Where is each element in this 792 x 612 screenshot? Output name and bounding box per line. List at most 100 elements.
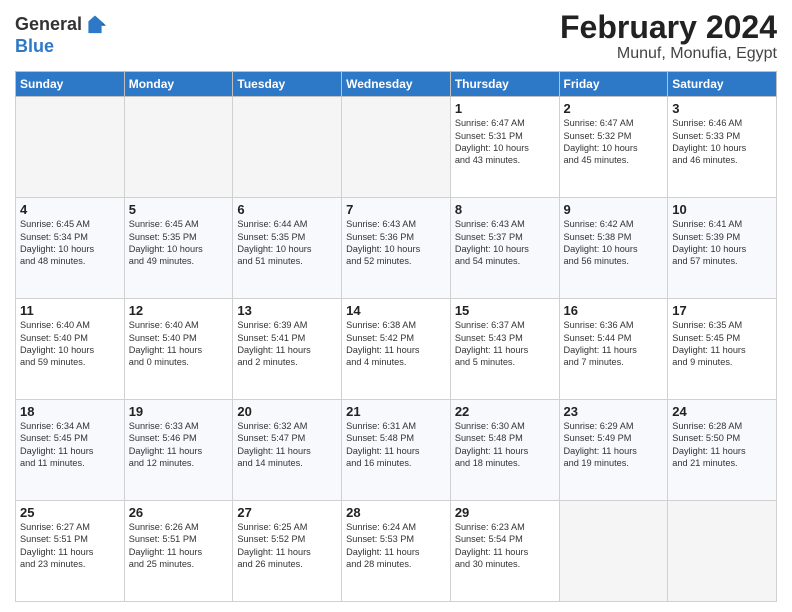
day-number: 26 <box>129 505 229 520</box>
calendar-week-row: 4Sunrise: 6:45 AM Sunset: 5:34 PM Daylig… <box>16 198 777 299</box>
day-number: 5 <box>129 202 229 217</box>
calendar-cell: 20Sunrise: 6:32 AM Sunset: 5:47 PM Dayli… <box>233 400 342 501</box>
cell-content: Sunrise: 6:27 AM Sunset: 5:51 PM Dayligh… <box>20 521 120 571</box>
cell-content: Sunrise: 6:34 AM Sunset: 5:45 PM Dayligh… <box>20 420 120 470</box>
cell-content: Sunrise: 6:39 AM Sunset: 5:41 PM Dayligh… <box>237 319 337 369</box>
calendar-cell: 22Sunrise: 6:30 AM Sunset: 5:48 PM Dayli… <box>450 400 559 501</box>
cell-content: Sunrise: 6:40 AM Sunset: 5:40 PM Dayligh… <box>20 319 120 369</box>
day-number: 12 <box>129 303 229 318</box>
cell-content: Sunrise: 6:45 AM Sunset: 5:34 PM Dayligh… <box>20 218 120 268</box>
calendar-cell: 11Sunrise: 6:40 AM Sunset: 5:40 PM Dayli… <box>16 299 125 400</box>
day-number: 10 <box>672 202 772 217</box>
calendar-header-friday: Friday <box>559 72 668 97</box>
calendar-cell: 23Sunrise: 6:29 AM Sunset: 5:49 PM Dayli… <box>559 400 668 501</box>
day-number: 20 <box>237 404 337 419</box>
day-number: 25 <box>20 505 120 520</box>
cell-content: Sunrise: 6:40 AM Sunset: 5:40 PM Dayligh… <box>129 319 229 369</box>
logo: General Blue <box>15 14 106 57</box>
day-number: 27 <box>237 505 337 520</box>
cell-content: Sunrise: 6:32 AM Sunset: 5:47 PM Dayligh… <box>237 420 337 470</box>
calendar-week-row: 1Sunrise: 6:47 AM Sunset: 5:31 PM Daylig… <box>16 97 777 198</box>
calendar-cell <box>124 97 233 198</box>
calendar-cell <box>233 97 342 198</box>
day-number: 4 <box>20 202 120 217</box>
day-number: 23 <box>564 404 664 419</box>
calendar-cell: 8Sunrise: 6:43 AM Sunset: 5:37 PM Daylig… <box>450 198 559 299</box>
calendar-cell: 27Sunrise: 6:25 AM Sunset: 5:52 PM Dayli… <box>233 501 342 602</box>
cell-content: Sunrise: 6:31 AM Sunset: 5:48 PM Dayligh… <box>346 420 446 470</box>
calendar-cell: 1Sunrise: 6:47 AM Sunset: 5:31 PM Daylig… <box>450 97 559 198</box>
calendar-cell: 21Sunrise: 6:31 AM Sunset: 5:48 PM Dayli… <box>342 400 451 501</box>
calendar-cell <box>559 501 668 602</box>
cell-content: Sunrise: 6:26 AM Sunset: 5:51 PM Dayligh… <box>129 521 229 571</box>
cell-content: Sunrise: 6:47 AM Sunset: 5:31 PM Dayligh… <box>455 117 555 167</box>
calendar-header-saturday: Saturday <box>668 72 777 97</box>
calendar-cell: 19Sunrise: 6:33 AM Sunset: 5:46 PM Dayli… <box>124 400 233 501</box>
logo-blue: Blue <box>15 36 106 57</box>
calendar-cell: 10Sunrise: 6:41 AM Sunset: 5:39 PM Dayli… <box>668 198 777 299</box>
calendar-cell: 14Sunrise: 6:38 AM Sunset: 5:42 PM Dayli… <box>342 299 451 400</box>
day-number: 21 <box>346 404 446 419</box>
day-number: 13 <box>237 303 337 318</box>
day-number: 11 <box>20 303 120 318</box>
page-title: February 2024 <box>560 10 777 45</box>
calendar-cell: 16Sunrise: 6:36 AM Sunset: 5:44 PM Dayli… <box>559 299 668 400</box>
calendar-cell: 25Sunrise: 6:27 AM Sunset: 5:51 PM Dayli… <box>16 501 125 602</box>
calendar-cell: 5Sunrise: 6:45 AM Sunset: 5:35 PM Daylig… <box>124 198 233 299</box>
cell-content: Sunrise: 6:38 AM Sunset: 5:42 PM Dayligh… <box>346 319 446 369</box>
day-number: 16 <box>564 303 664 318</box>
page: General Blue February 2024 Munuf, Monufi… <box>0 0 792 612</box>
calendar-cell: 17Sunrise: 6:35 AM Sunset: 5:45 PM Dayli… <box>668 299 777 400</box>
day-number: 14 <box>346 303 446 318</box>
cell-content: Sunrise: 6:36 AM Sunset: 5:44 PM Dayligh… <box>564 319 664 369</box>
cell-content: Sunrise: 6:46 AM Sunset: 5:33 PM Dayligh… <box>672 117 772 167</box>
title-block: February 2024 Munuf, Monufia, Egypt <box>560 10 777 63</box>
cell-content: Sunrise: 6:47 AM Sunset: 5:32 PM Dayligh… <box>564 117 664 167</box>
calendar-header-wednesday: Wednesday <box>342 72 451 97</box>
cell-content: Sunrise: 6:29 AM Sunset: 5:49 PM Dayligh… <box>564 420 664 470</box>
calendar-cell: 4Sunrise: 6:45 AM Sunset: 5:34 PM Daylig… <box>16 198 125 299</box>
cell-content: Sunrise: 6:37 AM Sunset: 5:43 PM Dayligh… <box>455 319 555 369</box>
calendar-cell: 2Sunrise: 6:47 AM Sunset: 5:32 PM Daylig… <box>559 97 668 198</box>
calendar-header-row: SundayMondayTuesdayWednesdayThursdayFrid… <box>16 72 777 97</box>
cell-content: Sunrise: 6:43 AM Sunset: 5:37 PM Dayligh… <box>455 218 555 268</box>
day-number: 9 <box>564 202 664 217</box>
calendar-week-row: 11Sunrise: 6:40 AM Sunset: 5:40 PM Dayli… <box>16 299 777 400</box>
cell-content: Sunrise: 6:30 AM Sunset: 5:48 PM Dayligh… <box>455 420 555 470</box>
day-number: 7 <box>346 202 446 217</box>
cell-content: Sunrise: 6:28 AM Sunset: 5:50 PM Dayligh… <box>672 420 772 470</box>
calendar-header-thursday: Thursday <box>450 72 559 97</box>
calendar-header-sunday: Sunday <box>16 72 125 97</box>
calendar-cell <box>16 97 125 198</box>
calendar-table: SundayMondayTuesdayWednesdayThursdayFrid… <box>15 71 777 602</box>
day-number: 18 <box>20 404 120 419</box>
calendar-cell: 15Sunrise: 6:37 AM Sunset: 5:43 PM Dayli… <box>450 299 559 400</box>
calendar-cell: 18Sunrise: 6:34 AM Sunset: 5:45 PM Dayli… <box>16 400 125 501</box>
calendar-header-tuesday: Tuesday <box>233 72 342 97</box>
calendar-cell: 28Sunrise: 6:24 AM Sunset: 5:53 PM Dayli… <box>342 501 451 602</box>
day-number: 3 <box>672 101 772 116</box>
calendar-cell: 9Sunrise: 6:42 AM Sunset: 5:38 PM Daylig… <box>559 198 668 299</box>
day-number: 15 <box>455 303 555 318</box>
cell-content: Sunrise: 6:25 AM Sunset: 5:52 PM Dayligh… <box>237 521 337 571</box>
calendar-week-row: 25Sunrise: 6:27 AM Sunset: 5:51 PM Dayli… <box>16 501 777 602</box>
page-subtitle: Munuf, Monufia, Egypt <box>560 45 777 63</box>
calendar-cell: 29Sunrise: 6:23 AM Sunset: 5:54 PM Dayli… <box>450 501 559 602</box>
day-number: 17 <box>672 303 772 318</box>
calendar-cell <box>668 501 777 602</box>
day-number: 8 <box>455 202 555 217</box>
calendar-cell: 24Sunrise: 6:28 AM Sunset: 5:50 PM Dayli… <box>668 400 777 501</box>
day-number: 24 <box>672 404 772 419</box>
day-number: 2 <box>564 101 664 116</box>
cell-content: Sunrise: 6:42 AM Sunset: 5:38 PM Dayligh… <box>564 218 664 268</box>
calendar-header-monday: Monday <box>124 72 233 97</box>
cell-content: Sunrise: 6:41 AM Sunset: 5:39 PM Dayligh… <box>672 218 772 268</box>
cell-content: Sunrise: 6:24 AM Sunset: 5:53 PM Dayligh… <box>346 521 446 571</box>
day-number: 28 <box>346 505 446 520</box>
calendar-cell: 12Sunrise: 6:40 AM Sunset: 5:40 PM Dayli… <box>124 299 233 400</box>
calendar-week-row: 18Sunrise: 6:34 AM Sunset: 5:45 PM Dayli… <box>16 400 777 501</box>
day-number: 22 <box>455 404 555 419</box>
cell-content: Sunrise: 6:35 AM Sunset: 5:45 PM Dayligh… <box>672 319 772 369</box>
day-number: 6 <box>237 202 337 217</box>
cell-content: Sunrise: 6:44 AM Sunset: 5:35 PM Dayligh… <box>237 218 337 268</box>
